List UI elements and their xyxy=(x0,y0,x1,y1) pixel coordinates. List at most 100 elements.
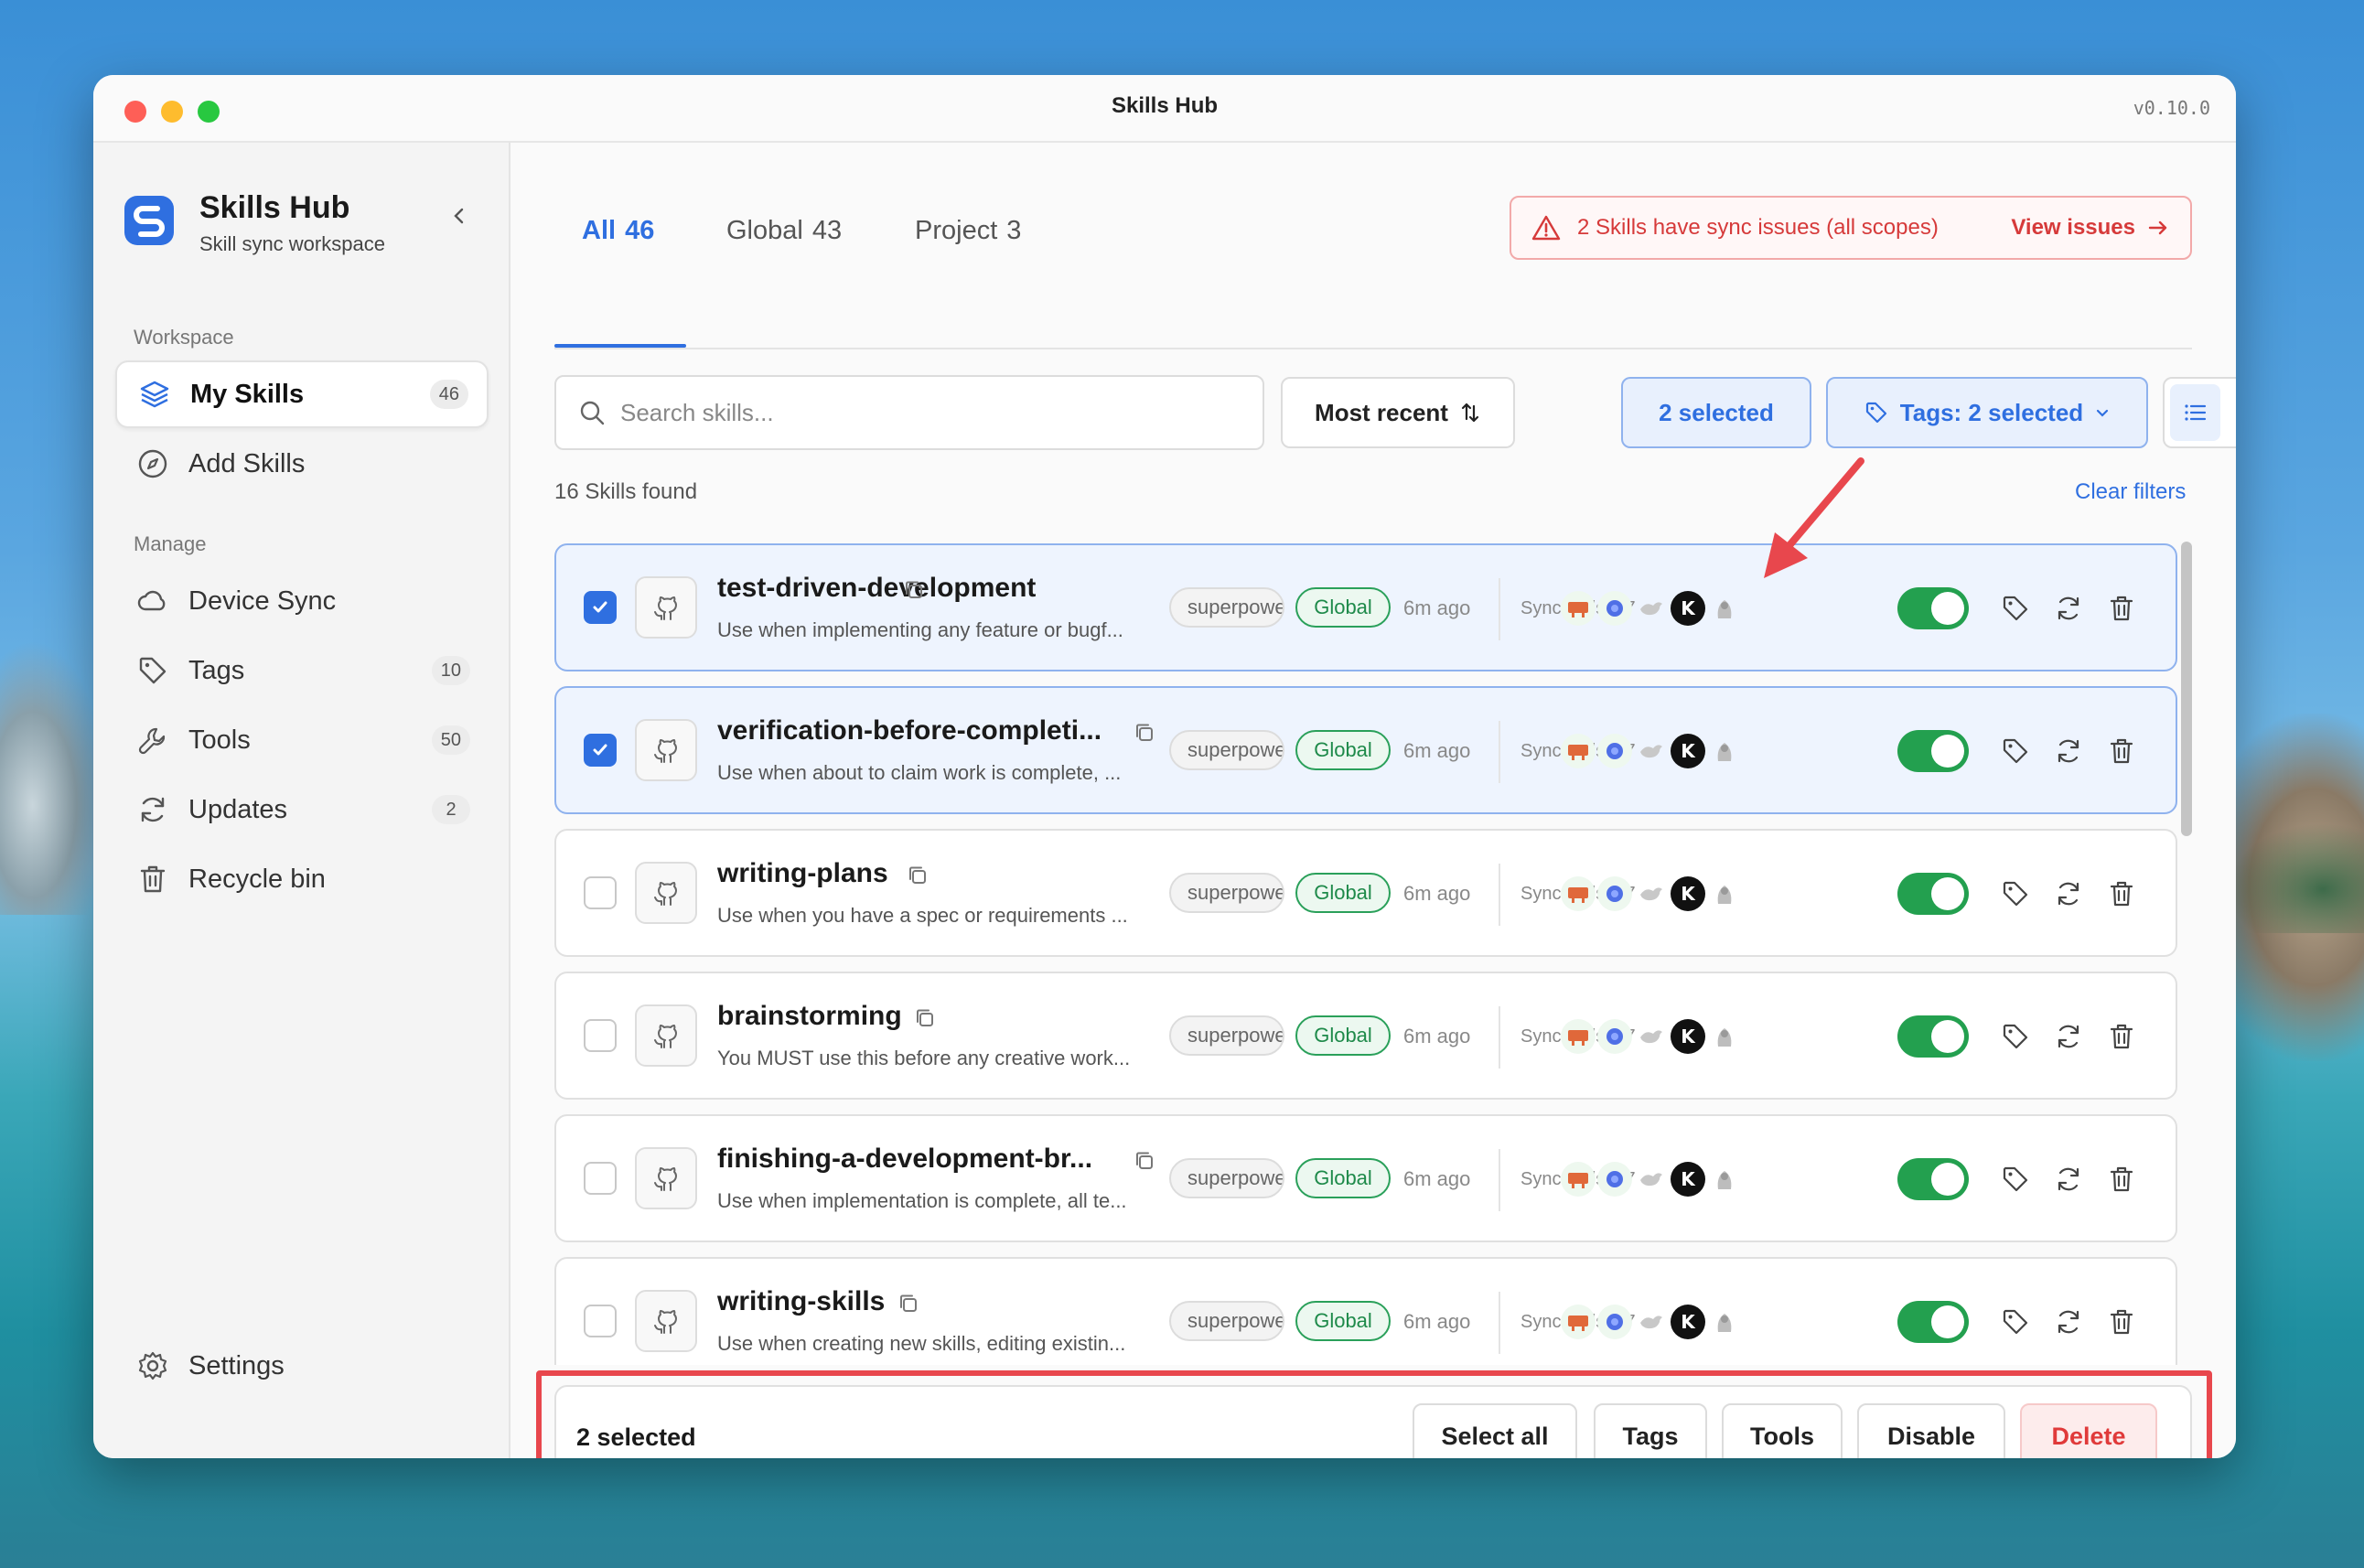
sidebar-item-tools[interactable]: Tools 50 xyxy=(115,706,489,774)
delete-skill-button[interactable] xyxy=(2104,734,2139,768)
section-label-workspace: Workspace xyxy=(134,326,234,349)
copy-name-button[interactable] xyxy=(902,578,926,602)
delete-skill-button[interactable] xyxy=(2104,1305,2139,1339)
grid-view-button[interactable] xyxy=(2226,384,2236,441)
copy-name-button[interactable] xyxy=(1133,1149,1156,1173)
search-box xyxy=(554,375,1264,450)
tags-filter-button[interactable]: Tags: 2 selected xyxy=(1826,377,2148,448)
edit-tags-button[interactable] xyxy=(1998,1305,2033,1339)
sidebar-item-recycle-bin[interactable]: Recycle bin xyxy=(115,845,489,913)
tag-icon xyxy=(2003,596,2028,621)
bulk-disable-button[interactable]: Disable xyxy=(1857,1403,2005,1458)
skill-name[interactable]: writing-skills xyxy=(717,1286,885,1317)
copy-icon xyxy=(900,1294,917,1312)
list-scrollbar[interactable] xyxy=(2181,542,2192,836)
sync-button[interactable] xyxy=(2051,1019,2086,1054)
tab-project[interactable]: Project 3 xyxy=(915,216,1021,246)
sidebar-item-label: Tags xyxy=(188,655,245,685)
skill-row[interactable]: writing-skills Use when creating new skil… xyxy=(554,1257,2177,1365)
gemini-tool-icon xyxy=(1707,1019,1742,1054)
enable-toggle[interactable] xyxy=(1897,587,1969,629)
row-checkbox[interactable] xyxy=(584,1162,617,1195)
tab-all[interactable]: All 46 xyxy=(582,216,654,246)
sync-button[interactable] xyxy=(2051,734,2086,768)
skill-name[interactable]: verification-before-completi... xyxy=(717,715,1101,746)
gear-icon xyxy=(135,1348,170,1383)
scope-chip: Global xyxy=(1295,1158,1391,1198)
whale-tool-icon xyxy=(1634,1162,1669,1197)
refresh-icon xyxy=(2058,882,2079,906)
skill-description: Use when you have a spec or requirements… xyxy=(717,904,1128,927)
view-issues-link[interactable]: View issues xyxy=(2011,215,2170,241)
delete-skill-button[interactable] xyxy=(2104,876,2139,911)
bulk-tags-button[interactable]: Tags xyxy=(1594,1403,1707,1458)
edit-tags-button[interactable] xyxy=(1998,1019,2033,1054)
skill-name[interactable]: brainstorming xyxy=(717,1001,902,1032)
skill-name[interactable]: test-driven-development xyxy=(717,573,1036,604)
skill-row[interactable]: verification-before-completi... Use when … xyxy=(554,686,2177,814)
skill-row[interactable]: test-driven-development Use when implemen… xyxy=(554,543,2177,671)
row-checkbox[interactable] xyxy=(584,876,617,909)
collapse-sidebar-button[interactable] xyxy=(443,199,476,232)
row-divider xyxy=(1499,721,1500,783)
enable-toggle[interactable] xyxy=(1897,873,1969,915)
brand-name: Skills Hub xyxy=(199,190,350,225)
annotation-arrow-icon xyxy=(1764,457,1864,578)
tab-global[interactable]: Global 43 xyxy=(726,216,842,246)
edit-tags-button[interactable] xyxy=(1998,1162,2033,1197)
bulk-tools-button[interactable]: Tools xyxy=(1722,1403,1843,1458)
enable-toggle[interactable] xyxy=(1897,1158,1969,1200)
skill-row[interactable]: brainstorming You MUST use this before an… xyxy=(554,972,2177,1100)
delete-skill-button[interactable] xyxy=(2104,1162,2139,1197)
tab-count: 3 xyxy=(1006,216,1022,245)
sidebar-item-device-sync[interactable]: Device Sync xyxy=(115,567,489,635)
sync-button[interactable] xyxy=(2051,1162,2086,1197)
edit-tags-button[interactable] xyxy=(1998,876,2033,911)
delete-skill-button[interactable] xyxy=(2104,591,2139,626)
skill-row[interactable]: finishing-a-development-br... Use when im… xyxy=(554,1114,2177,1242)
sidebar-item-add-skills[interactable]: Add Skills xyxy=(115,430,489,498)
sidebar-item-settings[interactable]: Settings xyxy=(115,1332,489,1400)
selected-filter-button[interactable]: 2 selected xyxy=(1621,377,1811,448)
skill-row[interactable]: writing-plans Use when you have a spec or… xyxy=(554,829,2177,957)
row-checkbox[interactable] xyxy=(584,591,617,624)
edit-tags-button[interactable] xyxy=(1998,734,2033,768)
svg-text:K: K xyxy=(1681,740,1696,762)
copy-name-button[interactable] xyxy=(913,1006,937,1030)
skill-description: Use when implementation is complete, all… xyxy=(717,1189,1127,1212)
source-chip: superpowers xyxy=(1169,1015,1284,1056)
copy-name-button[interactable] xyxy=(897,1292,920,1316)
edit-tags-button[interactable] xyxy=(1998,591,2033,626)
select-all-button[interactable]: Select all xyxy=(1413,1403,1577,1458)
skill-name[interactable]: writing-plans xyxy=(717,858,888,889)
row-checkbox[interactable] xyxy=(584,1019,617,1052)
background-island xyxy=(2227,823,2364,933)
refresh-icon xyxy=(2058,1025,2079,1048)
sidebar-item-tags[interactable]: Tags 10 xyxy=(115,637,489,704)
copy-name-button[interactable] xyxy=(906,864,929,887)
sync-button[interactable] xyxy=(2051,591,2086,626)
search-input[interactable] xyxy=(620,398,1224,427)
row-checkbox[interactable] xyxy=(584,1305,617,1337)
refresh-icon xyxy=(2058,739,2079,763)
copy-name-button[interactable] xyxy=(1133,721,1156,745)
sync-button[interactable] xyxy=(2051,1305,2086,1339)
scope-chip: Global xyxy=(1295,1301,1391,1341)
sidebar-item-updates[interactable]: Updates 2 xyxy=(115,776,489,843)
sidebar-item-label: My Skills xyxy=(190,379,305,409)
row-checkbox[interactable] xyxy=(584,734,617,767)
delete-skill-button[interactable] xyxy=(2104,1019,2139,1054)
sort-button[interactable]: Most recent xyxy=(1281,377,1515,448)
clear-filters-link[interactable]: Clear filters xyxy=(2075,479,2186,505)
trash-icon xyxy=(2110,1166,2133,1192)
bulk-delete-button[interactable]: Delete xyxy=(2020,1403,2157,1458)
source-chip: superpowers xyxy=(1169,1301,1284,1341)
enable-toggle[interactable] xyxy=(1897,1015,1969,1058)
skill-name[interactable]: finishing-a-development-br... xyxy=(717,1144,1092,1175)
enable-toggle[interactable] xyxy=(1897,730,1969,772)
enable-toggle[interactable] xyxy=(1897,1301,1969,1343)
sync-button[interactable] xyxy=(2051,876,2086,911)
bulk-selected-count: 2 selected xyxy=(576,1423,696,1451)
list-view-button[interactable] xyxy=(2170,384,2220,441)
sidebar-item-my-skills[interactable]: My Skills 46 xyxy=(115,360,489,428)
